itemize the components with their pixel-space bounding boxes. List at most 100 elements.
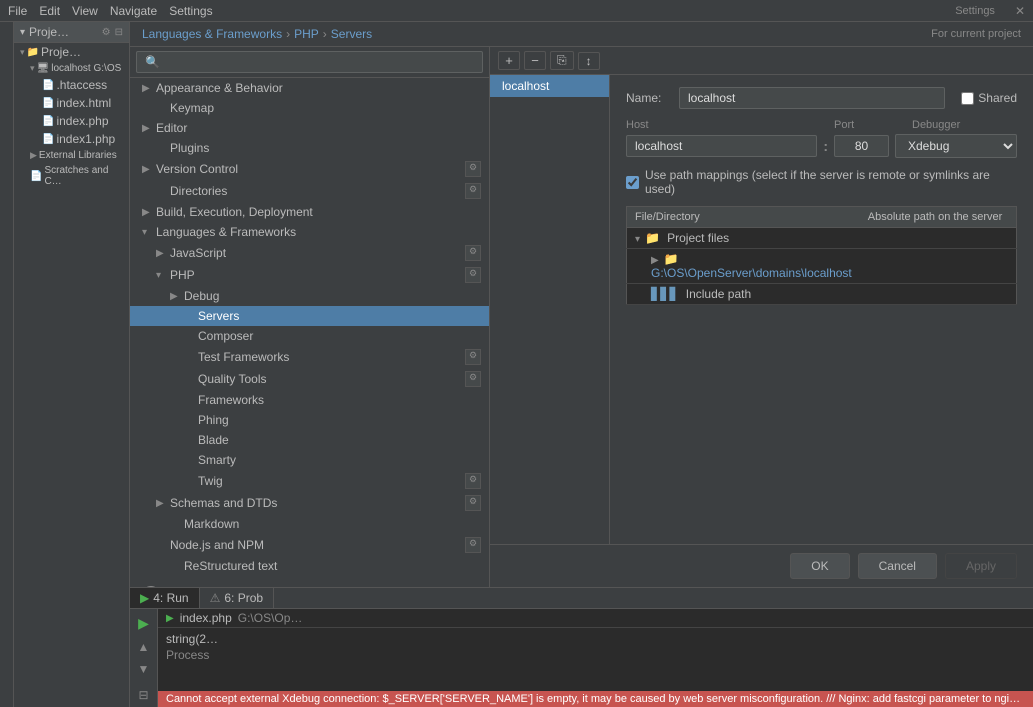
bottom-tabs: ▶ 4: Run ⚠ 6: Prob [130, 588, 1033, 609]
item-label: Directories [170, 184, 227, 198]
tree-label: localhost G:\OS [51, 63, 121, 74]
project-layout-icon[interactable]: ⊟ [115, 27, 123, 38]
field-labels-row: Host Port Debugger [626, 119, 1017, 131]
run-up-button[interactable]: ▲ [136, 638, 152, 656]
run-tab[interactable]: ▶ 4: Run [130, 588, 200, 608]
settings-item-quality-tools[interactable]: Quality Tools ⚙ [130, 368, 489, 390]
tree-item-project[interactable]: ▾ 📁 Proje… [14, 43, 129, 61]
name-label: Name: [626, 91, 671, 105]
breadcrumb-part1[interactable]: Languages & Frameworks [142, 27, 282, 41]
menu-navigate[interactable]: Navigate [110, 4, 157, 18]
file-icon: 📄 [42, 134, 54, 145]
tree-label: External Libraries [39, 150, 117, 161]
settings-item-version-control[interactable]: ▶ Version Control ⚙ [130, 158, 489, 180]
settings-item-keymap[interactable]: Keymap [130, 98, 489, 118]
item-label: Debug [184, 289, 219, 303]
settings-item-phing[interactable]: Phing [130, 410, 489, 430]
add-server-button[interactable]: + [498, 51, 520, 70]
menu-view[interactable]: View [72, 4, 98, 18]
settings-item-composer[interactable]: Composer [130, 326, 489, 346]
settings-item-schemas[interactable]: ▶ Schemas and DTDs ⚙ [130, 492, 489, 514]
host-port-row: : Xdebug Zend Debugger [626, 134, 1017, 158]
breadcrumb-part3[interactable]: Servers [331, 27, 372, 41]
ok-button[interactable]: OK [790, 553, 849, 579]
arrow-icon: ▶ [156, 498, 170, 509]
path-table-body: ▾ 📁 Project files [627, 228, 1017, 305]
table-row-include-path[interactable]: ▋▋▋ Include path [627, 284, 1017, 305]
settings-item-test-frameworks[interactable]: Test Frameworks ⚙ [130, 346, 489, 368]
settings-item-twig[interactable]: Twig ⚙ [130, 470, 489, 492]
settings-item-directories[interactable]: Directories ⚙ [130, 180, 489, 202]
menu-settings[interactable]: Settings [169, 4, 212, 18]
settings-config-icon: ⚙ [465, 371, 481, 387]
settings-item-blade[interactable]: Blade [130, 430, 489, 450]
run-layout-button[interactable]: ⊟ [136, 686, 150, 704]
file-icon: 📄 [30, 171, 42, 182]
project-panel: ▾ Proje… ⚙ ⊟ ▾ 📁 Proje… ▾ 🖥 localhost G:… [14, 22, 130, 707]
settings-item-nodejs[interactable]: Node.js and NPM ⚙ [130, 534, 489, 556]
settings-search-input[interactable] [136, 51, 483, 73]
menu-file[interactable]: File [8, 4, 27, 18]
shared-checkbox[interactable] [961, 92, 974, 105]
path-mapping-checkbox[interactable] [626, 176, 639, 189]
server-list-item[interactable]: localhost [490, 75, 609, 97]
settings-item-build[interactable]: ▶ Build, Execution, Deployment [130, 202, 489, 222]
settings-config-icon: ⚙ [465, 267, 481, 283]
settings-item-servers[interactable]: Servers [130, 306, 489, 326]
tree-item-index1php[interactable]: 📄 index1.php [14, 130, 129, 148]
item-label: ReStructured text [184, 559, 277, 573]
tree-item-indexphp[interactable]: 📄 index.php [14, 112, 129, 130]
settings-item-frameworks[interactable]: Frameworks [130, 390, 489, 410]
settings-item-appearance[interactable]: ▶ Appearance & Behavior [130, 78, 489, 98]
settings-item-smarty[interactable]: Smarty [130, 450, 489, 470]
host-input[interactable] [626, 135, 817, 157]
copy-server-button[interactable]: ⎘ [550, 51, 574, 70]
tree-item-htaccess[interactable]: 📄 .htaccess [14, 76, 129, 94]
settings-config-icon: ⚙ [465, 473, 481, 489]
cancel-button[interactable]: Cancel [858, 553, 937, 579]
run-status-icon: ▶ [166, 613, 174, 624]
tree-item-localhost[interactable]: ▾ 🖥 localhost G:\OS [14, 61, 129, 76]
tree-label: .htaccess [56, 78, 107, 92]
settings-item-plugins[interactable]: Plugins [130, 138, 489, 158]
debugger-select[interactable]: Xdebug Zend Debugger [895, 134, 1017, 158]
host-label: Host [626, 119, 826, 131]
table-row-path-entry[interactable]: ▶ 📁 G:\OS\OpenServer\domains\localhost [627, 249, 1017, 284]
settings-config-icon: ⚙ [465, 537, 481, 553]
run-play-button[interactable]: ▶ [136, 613, 151, 634]
menu-edit[interactable]: Edit [39, 4, 60, 18]
settings-item-php[interactable]: ▾ PHP ⚙ [130, 264, 489, 286]
apply-button[interactable]: Apply [945, 553, 1017, 579]
tree-item-external[interactable]: ▶ External Libraries [14, 148, 129, 163]
prob-tab[interactable]: ⚠ 6: Prob [200, 588, 274, 608]
settings-item-languages[interactable]: ▾ Languages & Frameworks [130, 222, 489, 242]
arrow-icon: ▾ [30, 63, 35, 74]
settings-item-debug[interactable]: ▶ Debug [130, 286, 489, 306]
item-label: Editor [156, 121, 187, 135]
tree-item-scratches[interactable]: 📄 Scratches and C… [14, 163, 129, 189]
item-label: Phing [198, 413, 229, 427]
settings-item-markdown[interactable]: Markdown [130, 514, 489, 534]
run-down-button[interactable]: ▼ [136, 660, 152, 678]
settings-item-editor[interactable]: ▶ Editor [130, 118, 489, 138]
project-tree: ▾ 📁 Proje… ▾ 🖥 localhost G:\OS 📄 .htacce… [14, 43, 129, 707]
remove-server-button[interactable]: − [524, 51, 546, 70]
server-config-panel: Name: Shared Host [610, 75, 1033, 544]
item-label: Composer [198, 329, 253, 343]
move-server-button[interactable]: ↕ [578, 52, 600, 70]
run-header: ▶ index.php G:\OS\Op… [158, 609, 1033, 628]
settings-config-icon: ⚙ [465, 183, 481, 199]
settings-config-icon: ⚙ [465, 161, 481, 177]
breadcrumb-part2[interactable]: PHP [294, 27, 319, 41]
settings-item-javascript[interactable]: ▶ JavaScript ⚙ [130, 242, 489, 264]
project-label: Proje… [29, 25, 69, 39]
arrow-icon: ▾ [156, 270, 170, 281]
tree-item-indexhtml[interactable]: 📄 index.html [14, 94, 129, 112]
breadcrumb-sep1: › [286, 27, 290, 41]
run-process-label: Process [166, 648, 1025, 662]
settings-item-restructured[interactable]: ReStructured text [130, 556, 489, 576]
name-input[interactable] [679, 87, 945, 109]
port-input[interactable] [834, 135, 889, 157]
project-settings-icon[interactable]: ⚙ [102, 27, 111, 38]
window-close-icon[interactable]: ✕ [1015, 4, 1025, 18]
